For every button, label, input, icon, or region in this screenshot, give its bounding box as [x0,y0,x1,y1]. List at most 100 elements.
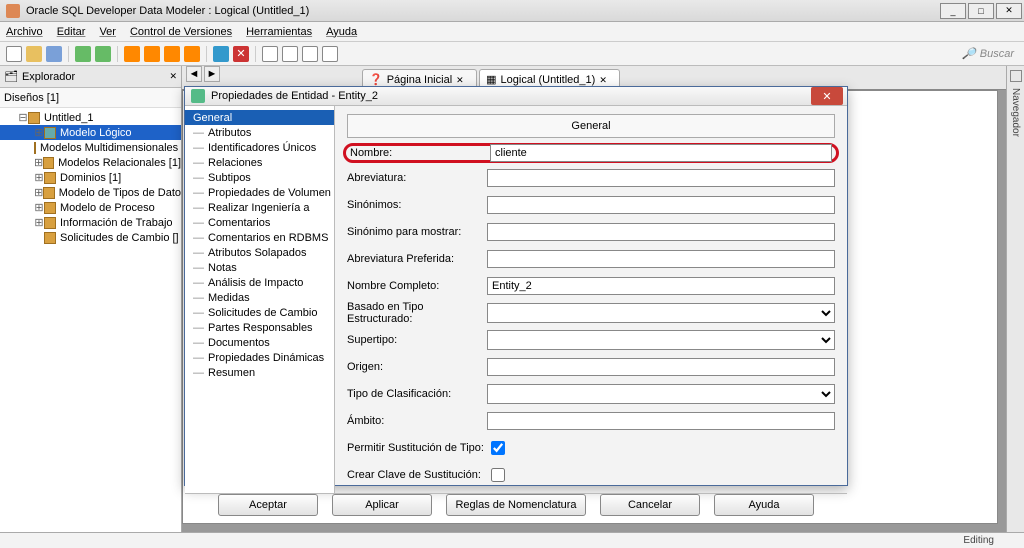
label-sinonm: Sinónimo para mostrar: [347,226,487,238]
tree-node-datatypes[interactable]: ⊞Modelo de Tipos de Dato [0,185,181,200]
label-origen: Origen: [347,361,487,373]
tree-node-changes[interactable]: Solicitudes de Cambio [] [0,230,181,245]
zoom-reset-icon[interactable] [322,46,338,62]
cursor-icon[interactable] [6,46,22,62]
nav-volumen[interactable]: —Propiedades de Volumen [185,185,334,200]
crear-checkbox[interactable] [491,468,505,482]
entity-properties-dialog: Propiedades de Entidad - Entity_2 ✕ Gene… [184,86,848,486]
tree-node-logical[interactable]: ⊞Modelo Lógico [0,125,181,140]
nav-docs[interactable]: —Documentos [185,335,334,350]
nav-partes[interactable]: —Partes Responsables [185,320,334,335]
close-icon[interactable]: ✕ [169,71,177,82]
cancelar-button[interactable]: Cancelar [600,494,700,516]
nav-back-icon[interactable]: ◄ [186,66,202,82]
aplicar-button[interactable]: Aplicar [332,494,432,516]
nav-ingenieria[interactable]: —Realizar Ingeniería a [185,200,334,215]
abreviatura-field[interactable] [487,169,835,187]
tree-node-root[interactable]: ⊟Untitled_1 [0,110,181,125]
zoom-out-icon[interactable] [282,46,298,62]
label-abrevp: Abreviatura Preferida: [347,253,487,265]
permit-checkbox[interactable] [491,441,505,455]
nav-fwd-icon[interactable]: ► [204,66,220,82]
basado-select[interactable] [487,303,835,323]
designs-label: Diseños [1] [4,92,59,104]
menu-archivo[interactable]: Archivo [6,26,43,38]
forward-icon[interactable] [213,46,229,62]
tool-icon[interactable] [184,46,200,62]
close-icon[interactable]: ✕ [599,75,609,85]
menu-ayuda[interactable]: Ayuda [326,26,357,38]
label-super: Supertipo: [347,334,487,346]
zoom-in-icon[interactable] [262,46,278,62]
aceptar-button[interactable]: Aceptar [218,494,318,516]
tree-node-multidim[interactable]: Modelos Multidimensionales [] [0,140,181,155]
search-placeholder: Buscar [980,48,1014,60]
nombre-completo-field[interactable] [487,277,835,295]
clasificacion-select[interactable] [487,384,835,404]
nav-solapados[interactable]: —Atributos Solapados [185,245,334,260]
nav-ids[interactable]: —Identificadores Únicos [185,140,334,155]
navigator-tab[interactable]: Navegador [1010,88,1021,137]
close-button[interactable]: ✕ [996,3,1022,19]
restore-icon[interactable] [1010,70,1022,82]
nav-medidas[interactable]: —Medidas [185,290,334,305]
nav-relaciones[interactable]: —Relaciones [185,155,334,170]
redo-icon[interactable] [95,46,111,62]
ambito-field[interactable] [487,412,835,430]
open-icon[interactable] [26,46,42,62]
tab-home-label: Página Inicial [387,74,452,86]
section-header: General [347,114,835,138]
tab-logical-label: Logical (Untitled_1) [501,74,596,86]
label-ambito: Ámbito: [347,415,487,427]
label-tipoc: Tipo de Clasificación: [347,388,487,400]
zoom-fit-icon[interactable] [302,46,318,62]
supertipo-select[interactable] [487,330,835,350]
save-icon[interactable] [46,46,62,62]
statusbar: Editing [0,532,1024,548]
minimize-button[interactable]: _ [940,3,966,19]
nav-general[interactable]: General [185,110,334,125]
menu-ver[interactable]: Ver [99,26,116,38]
nav-resumen[interactable]: —Resumen [185,365,334,380]
dialog-title: Propiedades de Entidad - Entity_2 [211,90,378,102]
maximize-button[interactable]: □ [968,3,994,19]
label-abrev: Abreviatura: [347,172,487,184]
dialog-form: General Nombre: Abreviatura: Sinónimos: … [335,106,847,493]
dialog-titlebar: Propiedades de Entidad - Entity_2 ✕ [185,87,847,106]
ayuda-button[interactable]: Ayuda [714,494,814,516]
tool-icon[interactable] [144,46,160,62]
menu-herramientas[interactable]: Herramientas [246,26,312,38]
diagram-icon: ▦ [486,73,496,86]
menu-editar[interactable]: Editar [57,26,86,38]
explorer-icon: 🗂 [4,70,18,83]
nav-dinamicas[interactable]: —Propiedades Dinámicas [185,350,334,365]
stop-icon[interactable]: ✕ [233,46,249,62]
dialog-close-button[interactable]: ✕ [811,87,843,105]
tool-icon[interactable] [124,46,140,62]
home-icon: ❓ [369,73,383,86]
reglas-button[interactable]: Reglas de Nomenclatura [446,494,586,516]
nav-impacto[interactable]: —Análisis de Impacto [185,275,334,290]
abrev-pref-field[interactable] [487,250,835,268]
origen-field[interactable] [487,358,835,376]
tree-node-domains[interactable]: ⊞Dominios [1] [0,170,181,185]
nav-subtipos[interactable]: —Subtipos [185,170,334,185]
search-box[interactable]: 🔎 Buscar [962,47,1014,60]
tree-node-relational[interactable]: ⊞Modelos Relacionales [1] [0,155,181,170]
sinonimo-mostrar-field[interactable] [487,223,835,241]
nav-cambio[interactable]: —Solicitudes de Cambio [185,305,334,320]
tool-icon[interactable] [164,46,180,62]
explorer-tab[interactable]: 🗂 Explorador ✕ [0,66,181,88]
nav-notas[interactable]: —Notas [185,260,334,275]
undo-icon[interactable] [75,46,91,62]
sinonimos-field[interactable] [487,196,835,214]
tree-node-info[interactable]: ⊞Información de Trabajo [0,215,181,230]
menu-versiones[interactable]: Control de Versiones [130,26,232,38]
close-icon[interactable]: ✕ [456,75,466,85]
nombre-field[interactable] [490,144,832,162]
nav-com-rdbms[interactable]: —Comentarios en RDBMS [185,230,334,245]
binoculars-icon: 🔎 [962,47,976,60]
nav-comentarios[interactable]: —Comentarios [185,215,334,230]
tree-node-process[interactable]: ⊞Modelo de Proceso [0,200,181,215]
nav-atributos[interactable]: —Atributos [185,125,334,140]
